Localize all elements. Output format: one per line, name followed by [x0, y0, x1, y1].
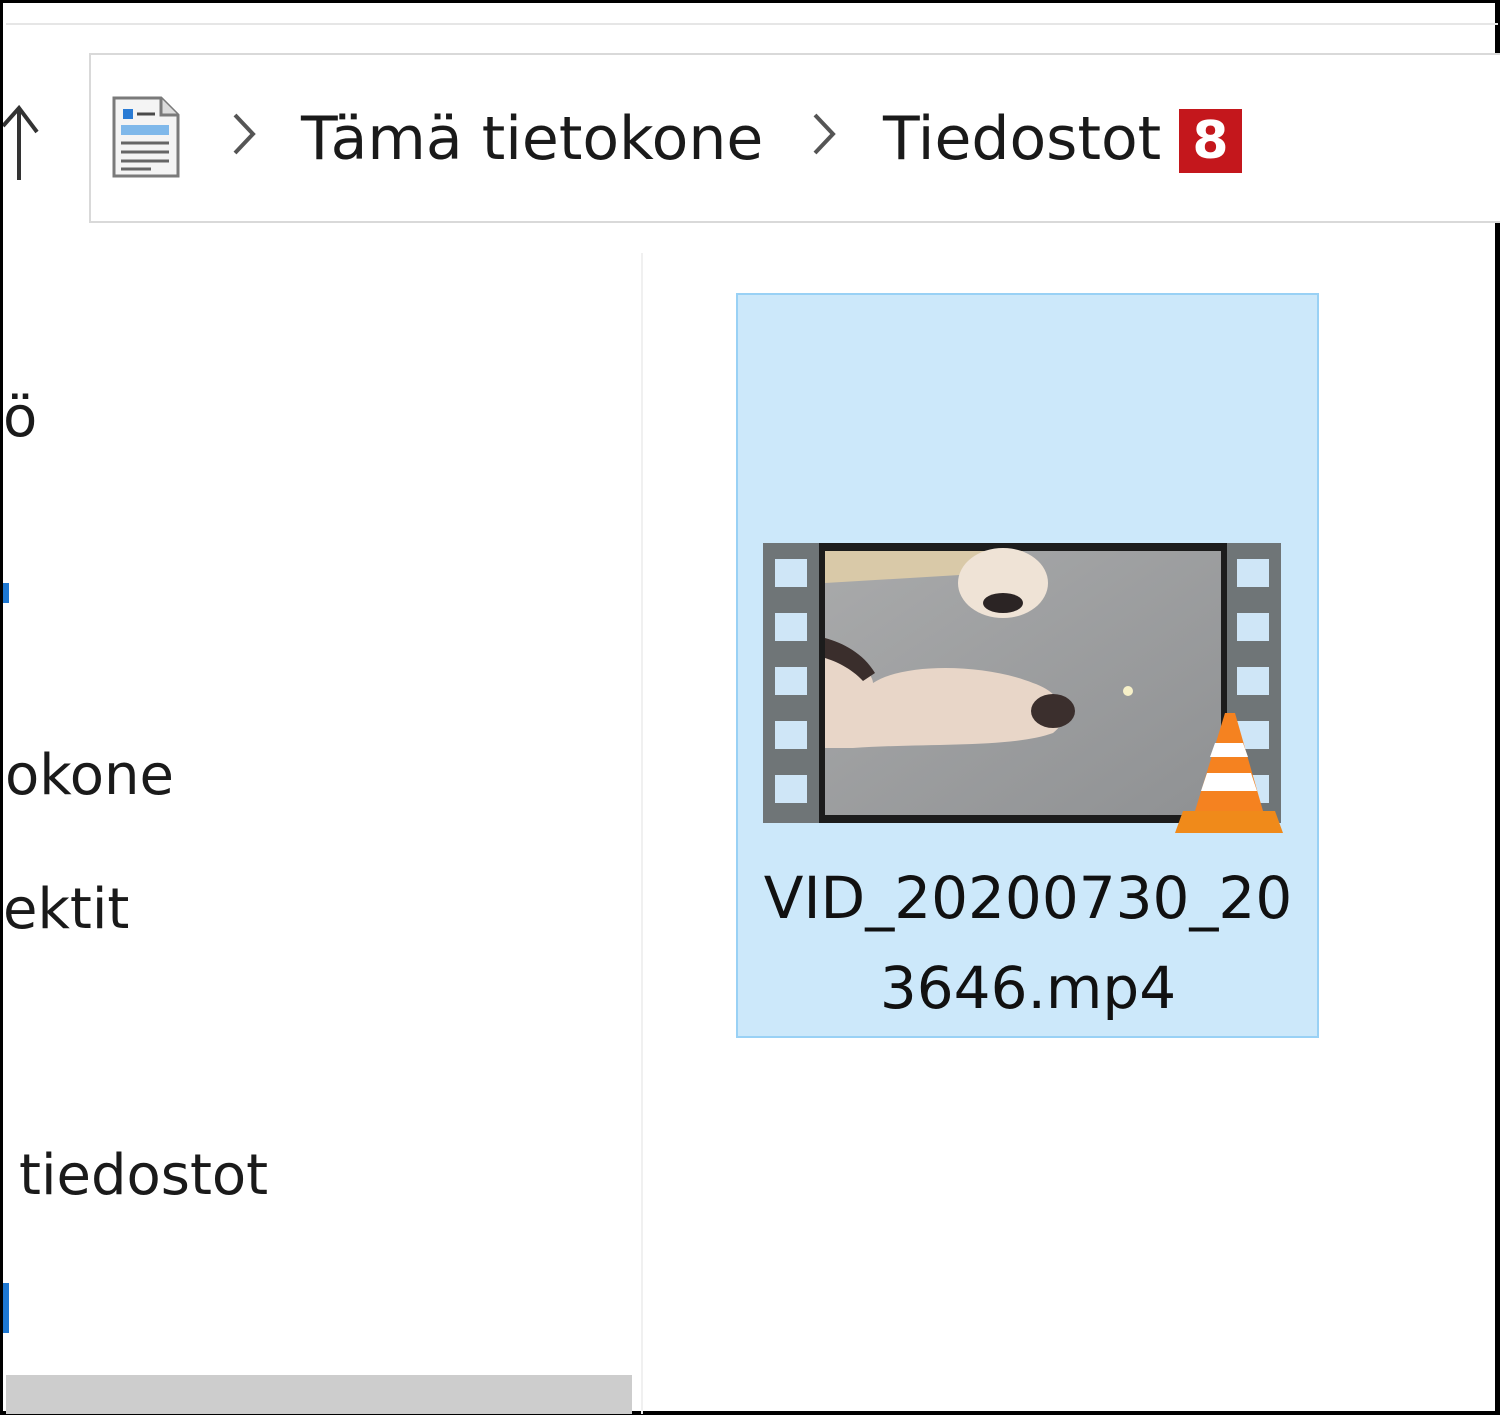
horizontal-scrollbar[interactable]: [6, 1375, 632, 1414]
pane-splitter[interactable]: [641, 253, 643, 1414]
file-name[interactable]: VID_20200730_20 3646.mp4: [743, 853, 1313, 1033]
ribbon-divider: [6, 23, 1498, 25]
file-name-line-2: 3646.mp4: [879, 954, 1177, 1022]
chevron-right-icon[interactable]: [809, 107, 839, 161]
nav-item-this-pc[interactable]: okone: [5, 741, 174, 811]
nav-item-icon: [3, 1283, 9, 1333]
document-icon: [112, 96, 180, 178]
nav-item[interactable]: ö: [3, 383, 37, 453]
navigation-pane: [6, 253, 641, 1414]
nav-item-objects[interactable]: ektit: [3, 875, 129, 945]
breadcrumb-files[interactable]: Tiedostot: [883, 99, 1161, 179]
chevron-right-icon[interactable]: [229, 107, 259, 161]
count-badge: 8: [1179, 109, 1242, 173]
up-arrow-icon[interactable]: [3, 98, 48, 183]
video-thumbnail: [763, 543, 1283, 833]
explorer-window: Tämä tietokone Tiedostot 8 ö okone ektit…: [0, 0, 1500, 1415]
nav-item-icon: [3, 583, 9, 603]
file-name-line-1: VID_20200730_20: [763, 864, 1293, 932]
nav-item-files[interactable]: tiedostot: [19, 1141, 268, 1211]
breadcrumb-this-pc[interactable]: Tämä tietokone: [301, 99, 763, 179]
